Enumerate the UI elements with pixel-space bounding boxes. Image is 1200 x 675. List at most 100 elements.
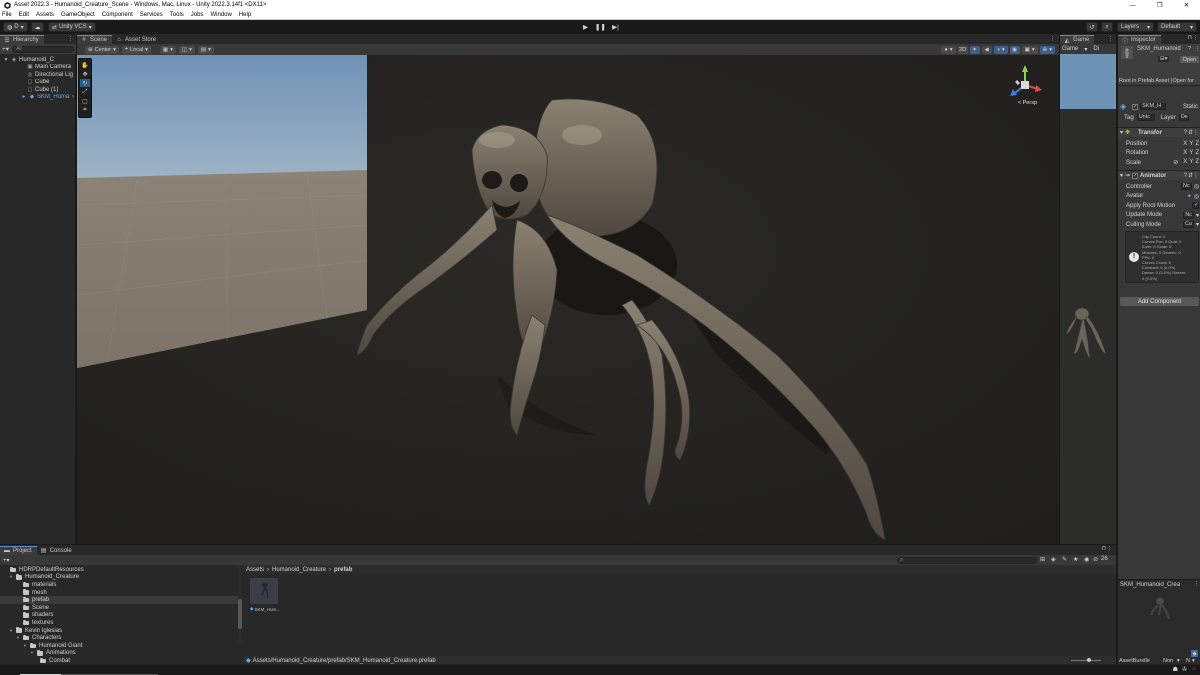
menu-gameobject[interactable]: GameObject	[61, 12, 95, 18]
hierarchy-row-cube-1[interactable]: ◻ Cube (1)	[0, 86, 76, 94]
chevron-right-icon[interactable]: ›	[72, 94, 74, 100]
tree-row-hdrp[interactable]: HDRPDefaultResources	[0, 566, 238, 574]
link-icon[interactable]: ⊘	[1173, 159, 1178, 166]
cloud-button[interactable]: ☁	[31, 22, 44, 32]
tab-asset-store[interactable]: ⌂ Asset Store	[112, 35, 161, 44]
target-icon[interactable]: ◎	[1194, 193, 1199, 200]
help-icon[interactable]: ?	[1184, 130, 1187, 136]
variant-dropdown[interactable]: ⊟▾	[1158, 56, 1170, 62]
layout-dropdown[interactable]: Default ▾	[1157, 22, 1197, 32]
layer-dropdown[interactable]: De	[1178, 114, 1189, 121]
tree-row-textures[interactable]: textures	[0, 619, 238, 627]
tree-row-humanoid-giant[interactable]: ▾ Humanoid Giant	[0, 642, 238, 650]
pivot-dropdown[interactable]: ⊕ Center ▾	[85, 45, 119, 54]
transform-header[interactable]: ▾ ✥ Transfor ? ⇵ ⋮	[1118, 127, 1200, 137]
effects-toggle-button[interactable]: ◑ ▾	[993, 45, 1008, 54]
help-icon[interactable]: ?	[1188, 46, 1191, 52]
tree-scrollbar-thumb[interactable]	[238, 599, 242, 629]
move-tool-icon[interactable]: ✥	[80, 70, 90, 78]
create-asset-icon[interactable]: +▾	[3, 557, 10, 564]
visibility-toggle-button[interactable]: ◉	[1009, 45, 1020, 54]
tab-console[interactable]: ▤ Console	[37, 546, 77, 555]
rotate-tool-icon[interactable]: ↻	[80, 79, 90, 87]
increment-snap-button[interactable]: ◫ ▾	[178, 45, 195, 54]
fold-open-icon[interactable]: ▾	[15, 635, 21, 641]
hierarchy-row-main-camera[interactable]: ▣ Main Camera	[0, 64, 76, 72]
account-button[interactable]: ◍ D ▾	[3, 22, 28, 32]
lock-icon[interactable]: ⊓	[1102, 546, 1106, 552]
static-label[interactable]: Static	[1183, 104, 1198, 110]
scale-tool-icon[interactable]: ⤢	[80, 88, 90, 96]
filter-type-icon[interactable]: ◈	[1051, 556, 1056, 563]
menu-assets[interactable]: Assets	[36, 12, 54, 18]
gizmo-toggle-button[interactable]: ▤ ▾	[197, 45, 214, 54]
tree-scrollbar[interactable]	[238, 565, 242, 645]
help-icon[interactable]: ?	[1184, 173, 1187, 179]
maximize-button[interactable]: ❐	[1146, 0, 1173, 10]
tree-row-prefab[interactable]: prefab	[0, 596, 238, 604]
tab-game[interactable]: ◭ Game	[1060, 35, 1095, 44]
menu-help[interactable]: Help	[239, 12, 251, 18]
menu-jobs[interactable]: Jobs	[191, 12, 204, 18]
fold-open-icon[interactable]: ▾	[29, 650, 35, 656]
layers-dropdown[interactable]: Layers ▾	[1117, 22, 1154, 32]
space-dropdown[interactable]: ⌖ Local ▾	[121, 45, 151, 54]
tree-row-kevin-iglesias[interactable]: ▾ Kevin Iglesias	[0, 627, 238, 635]
auto-refresh-icon[interactable]: ◌	[1192, 666, 1196, 672]
hierarchy-row-light[interactable]: ◎ Directional Lig	[0, 71, 76, 79]
tab-project[interactable]: ▬ Project	[0, 546, 37, 555]
open-prefab-button[interactable]: Open	[1180, 56, 1199, 63]
minimize-button[interactable]: —	[1119, 0, 1146, 10]
menu-tools[interactable]: Tools	[170, 12, 184, 18]
lighting-toggle-button[interactable]: ✦	[969, 45, 980, 54]
cache-server-icon[interactable]: ☗	[1173, 666, 1178, 673]
hidden-packages-icon[interactable]: ⊘	[1093, 556, 1098, 563]
pause-icon[interactable]: ❚❚	[593, 22, 608, 32]
step-icon[interactable]: ▶|	[608, 22, 623, 32]
target-icon[interactable]: ◎	[1194, 183, 1199, 190]
breadcrumb-humanoid-creature[interactable]: Humanoid_Creature	[272, 567, 326, 573]
tree-row-mesh[interactable]: mesh	[0, 589, 238, 597]
lock-icon[interactable]: ⊓	[1188, 35, 1192, 41]
debug-mode-icon[interactable]: ✇	[1182, 666, 1187, 673]
play-icon[interactable]: ▶	[578, 22, 593, 32]
tree-row-animations[interactable]: ▾ Animations	[0, 650, 238, 658]
menu-window[interactable]: Window	[210, 12, 231, 18]
menu-services[interactable]: Services	[140, 12, 163, 18]
filter-label-icon[interactable]: ✎	[1062, 556, 1067, 563]
hand-tool-icon[interactable]: ✋	[80, 61, 90, 69]
tree-row-characters[interactable]: ▾ Characters	[0, 634, 238, 642]
kebab-menu-icon[interactable]: ⋮	[1193, 35, 1199, 41]
project-search-input[interactable]: ⌕	[897, 556, 1037, 564]
tab-hierarchy[interactable]: ☰ Hierarchy	[0, 35, 44, 44]
tag-dropdown[interactable]: Untc	[1136, 114, 1155, 121]
toggle-2d-button[interactable]: 2D	[957, 45, 968, 54]
fold-open-icon[interactable]: ▾	[3, 57, 9, 63]
perspective-label[interactable]: < Persp	[1018, 100, 1037, 106]
kebab-menu-icon[interactable]: ⋮	[1107, 546, 1113, 552]
undo-history-button[interactable]: ↺	[1086, 22, 1098, 32]
kebab-menu-icon[interactable]: ⋮	[1193, 172, 1199, 179]
game-display-dropdown[interactable]: Game	[1062, 46, 1078, 52]
hierarchy-scene-row[interactable]: ▾ ◈ Humanoid_C	[0, 56, 76, 64]
hierarchy-search-input[interactable]: All	[12, 45, 74, 53]
tree-row-scene[interactable]: Scene	[0, 604, 238, 612]
add-icon[interactable]: +▾	[2, 45, 9, 53]
close-button[interactable]: ✕	[1173, 0, 1200, 10]
animator-enabled-checkbox[interactable]: ✓	[1132, 172, 1139, 179]
shading-mode-button[interactable]: ● ▾	[941, 45, 956, 54]
tree-row-materials[interactable]: materials	[0, 581, 238, 589]
apply-root-motion-checkbox[interactable]: ✓	[1192, 202, 1199, 209]
filter-scene-icon[interactable]: ⊞	[1040, 556, 1045, 563]
kebab-menu-icon[interactable]: ⋮	[1195, 46, 1200, 52]
fold-closed-icon[interactable]: ▸	[21, 94, 27, 100]
audio-toggle-button[interactable]: ◀	[981, 45, 992, 54]
tree-row-shaders[interactable]: shaders	[0, 612, 238, 620]
tab-scene[interactable]: # Scene	[77, 35, 113, 44]
icon-size-slider-handle[interactable]	[1087, 658, 1091, 662]
fold-open-icon[interactable]: ▾	[22, 643, 28, 649]
object-name-field[interactable]: SKM_H	[1140, 103, 1167, 110]
vcs-button[interactable]: ⇄ Unity VCS ▾	[48, 22, 96, 32]
menu-edit[interactable]: Edit	[19, 12, 29, 18]
animator-header[interactable]: ▾ ⊸ ✓ Animator ? ⇵ ⋮	[1118, 170, 1200, 180]
